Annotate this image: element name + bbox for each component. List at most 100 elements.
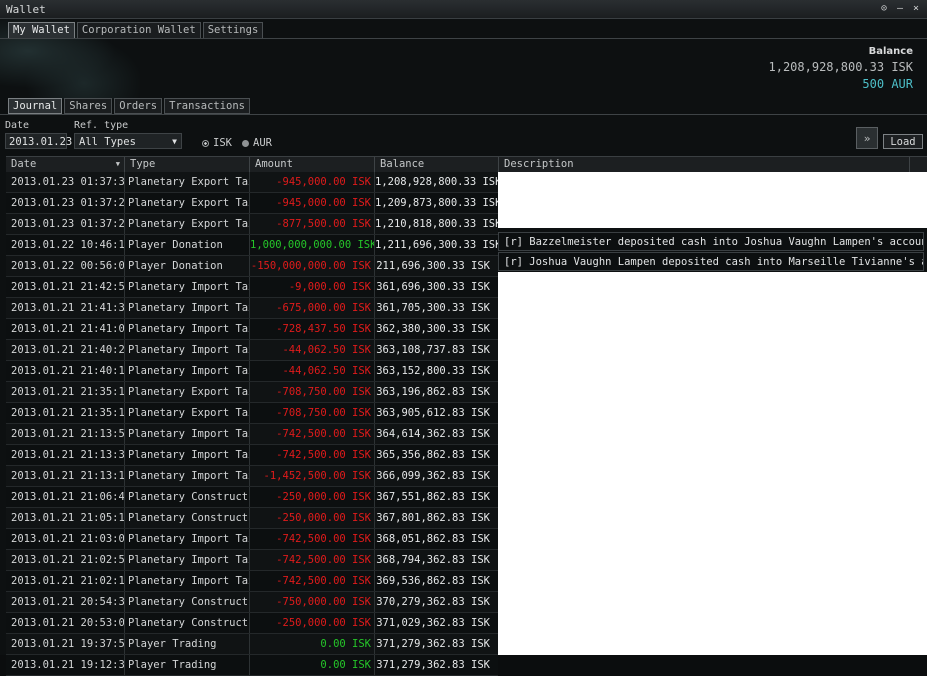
cell-amount: -708,750.00 ISK <box>250 403 375 423</box>
description-blank <box>498 272 927 655</box>
column-type[interactable]: Type <box>125 157 250 172</box>
cell-balance: 361,705,300.33 ISK <box>376 302 490 314</box>
cell-type: Planetary Import Tax <box>125 424 250 444</box>
cell-balance: 364,614,362.83 ISK <box>376 428 490 440</box>
cell-date: 2013.01.21 21:13:51 <box>6 424 125 444</box>
minimize-icon[interactable]: – <box>895 2 905 15</box>
column-balance[interactable]: Balance <box>375 157 499 172</box>
cell-amount: -877,500.00 ISK <box>250 214 375 234</box>
table-row[interactable]: 2013.01.21 21:35:11 Planetary Export Tax -… <box>6 403 498 424</box>
divider <box>0 114 927 115</box>
column-amount[interactable]: Amount <box>250 157 375 172</box>
cell-balance: 1,209,873,800.33 ISK <box>375 197 498 209</box>
table-row[interactable]: 2013.01.21 21:40:15 Planetary Import Tax -… <box>6 361 498 382</box>
table-row[interactable]: 2013.01.21 21:03:06 Planetary Import Tax -… <box>6 529 498 550</box>
table-row[interactable]: 2013.01.21 21:42:58 Planetary Import Tax -… <box>6 277 498 298</box>
cell-balance: 1,208,928,800.33 ISK <box>375 176 498 188</box>
close-icon[interactable]: × <box>911 2 921 15</box>
table-row[interactable]: 2013.01.21 21:35:18 Planetary Export Tax -… <box>6 382 498 403</box>
cell-amount: -9,000.00 ISK <box>250 277 375 297</box>
table-row[interactable]: 2013.01.21 20:53:00Planetary Constructio… <box>6 613 498 634</box>
cell-balance: 363,196,862.83 ISK <box>376 386 490 398</box>
cell-amount: -742,500.00 ISK <box>250 571 375 591</box>
divider <box>0 38 927 39</box>
journal-table: 2013.01.23 01:37:35 Planetary Export Tax -… <box>6 172 498 676</box>
cell-type: Player Donation <box>125 235 250 255</box>
tab-corporation-wallet[interactable]: Corporation Wallet <box>76 22 201 39</box>
cell-type: Planetary Export Tax <box>125 403 250 423</box>
cell-amount: -742,500.00 ISK <box>250 529 375 549</box>
cell-type: Planetary Export Tax <box>125 193 250 213</box>
table-row[interactable]: 2013.01.21 21:13:13 Planetary Import Tax -… <box>6 466 498 487</box>
cell-type: Planetary Import Tax <box>125 550 250 570</box>
cell-date: 2013.01.21 21:03:06 <box>6 529 125 549</box>
balance-panel: Balance 1,208,928,800.33 ISK 500 AUR <box>769 46 914 91</box>
expand-button[interactable]: » <box>856 127 878 149</box>
date-label: Date <box>5 120 30 131</box>
cell-date: 2013.01.21 21:41:04 <box>6 319 125 339</box>
description-row[interactable]: [r] Bazzelmeister deposited cash into Jo… <box>498 232 924 251</box>
tab-settings[interactable]: Settings <box>202 22 264 39</box>
table-row[interactable]: 2013.01.21 19:37:53 Player Trading 0.00 IS… <box>6 634 498 655</box>
cell-date: 2013.01.23 01:37:29 <box>6 193 125 213</box>
description-row[interactable]: [r] Joshua Vaughn Lampen deposited cash … <box>498 252 924 271</box>
tab-my-wallet[interactable]: My Wallet <box>8 22 75 39</box>
date-field[interactable]: 2013.01.23 <box>5 133 72 149</box>
cell-amount: 1,000,000,000.00 ISK <box>250 235 375 255</box>
balance-aur: 500 AUR <box>862 77 913 91</box>
cell-amount: 0.00 ISK <box>250 655 375 675</box>
table-row[interactable]: 2013.01.21 21:06:46Planetary Constructio… <box>6 487 498 508</box>
table-row[interactable]: 2013.01.23 01:37:24 Planetary Export Tax -… <box>6 214 498 235</box>
cell-type: Planetary Import Tax <box>125 571 250 591</box>
cell-type: Planetary Construction <box>125 508 250 528</box>
cell-balance: 369,536,862.83 ISK <box>376 575 490 587</box>
table-row[interactable]: 2013.01.23 01:37:29 Planetary Export Tax -… <box>6 193 498 214</box>
table-row[interactable]: 2013.01.21 21:40:22 Planetary Import Tax -… <box>6 340 498 361</box>
cell-type: Planetary Import Tax <box>125 361 250 381</box>
cell-date: 2013.01.21 21:40:22 <box>6 340 125 360</box>
ref-type-select[interactable]: All Types ▼ <box>74 133 182 149</box>
table-row[interactable]: 2013.01.21 21:13:51 Planetary Import Tax -… <box>6 424 498 445</box>
tab-transactions[interactable]: Transactions <box>164 98 250 114</box>
table-row[interactable]: 2013.01.21 21:41:04 Planetary Import Tax -… <box>6 319 498 340</box>
table-row[interactable]: 2013.01.21 21:05:11Planetary Constructio… <box>6 508 498 529</box>
cell-type: Planetary Construction <box>125 592 250 612</box>
cell-date: 2013.01.21 21:35:11 <box>6 403 125 423</box>
table-row[interactable]: 2013.01.21 19:12:38 Player Trading 0.00 IS… <box>6 655 498 676</box>
tab-orders[interactable]: Orders <box>114 98 163 114</box>
column-date[interactable]: Date <box>6 157 125 172</box>
table-row[interactable]: 2013.01.23 01:37:35 Planetary Export Tax -… <box>6 172 498 193</box>
table-row[interactable]: 2013.01.22 00:56:07 Player Donation -150,0… <box>6 256 498 277</box>
radio-aur-label: AUR <box>253 137 272 149</box>
cell-amount: -945,000.00 ISK <box>250 172 375 192</box>
radio-isk[interactable]: ISK <box>202 137 232 149</box>
pin-icon[interactable]: ⊙ <box>879 2 889 15</box>
radio-aur[interactable]: AUR <box>242 137 272 149</box>
ref-type-label: Ref. type <box>74 120 129 131</box>
cell-balance: 368,794,362.83 ISK <box>376 554 490 566</box>
cell-balance: 1,211,696,300.33 ISK <box>375 239 498 251</box>
tab-shares[interactable]: Shares <box>64 98 113 114</box>
cell-date: 2013.01.21 21:41:35 <box>6 298 125 318</box>
table-row[interactable]: 2013.01.22 10:46:18 Player Donation 1,000,… <box>6 235 498 256</box>
cell-type: Planetary Construction <box>125 613 250 633</box>
cell-balance: 366,099,362.83 ISK <box>376 470 490 482</box>
load-button[interactable]: Load <box>883 134 923 149</box>
table-row[interactable]: 2013.01.21 21:41:35 Planetary Import Tax -… <box>6 298 498 319</box>
cell-amount: -750,000.00 ISK <box>250 592 375 612</box>
column-description[interactable]: Description <box>499 157 910 172</box>
wallet-window: Wallet ⊙ – × My Wallet Corporation Walle… <box>0 0 927 676</box>
table-row[interactable]: 2013.01.21 21:02:56 Planetary Import Tax -… <box>6 550 498 571</box>
table-row[interactable]: 2013.01.21 20:54:36Planetary Constructio… <box>6 592 498 613</box>
tab-journal[interactable]: Journal <box>8 98 63 114</box>
cell-date: 2013.01.21 21:35:18 <box>6 382 125 402</box>
cell-balance: 1,210,818,800.33 ISK <box>375 218 498 230</box>
table-row[interactable]: 2013.01.21 21:02:16 Planetary Import Tax -… <box>6 571 498 592</box>
table-row[interactable]: 2013.01.21 21:13:36 Planetary Import Tax -… <box>6 445 498 466</box>
cell-date: 2013.01.21 19:37:53 <box>6 634 125 654</box>
title-bar[interactable]: Wallet ⊙ – × <box>0 0 927 19</box>
chevron-down-icon: ▼ <box>172 137 177 146</box>
wallet-tabs: My Wallet Corporation Wallet Settings <box>8 22 264 39</box>
balance-label: Balance <box>868 46 913 57</box>
description-list: [r] Bazzelmeister deposited cash into Jo… <box>498 232 924 272</box>
